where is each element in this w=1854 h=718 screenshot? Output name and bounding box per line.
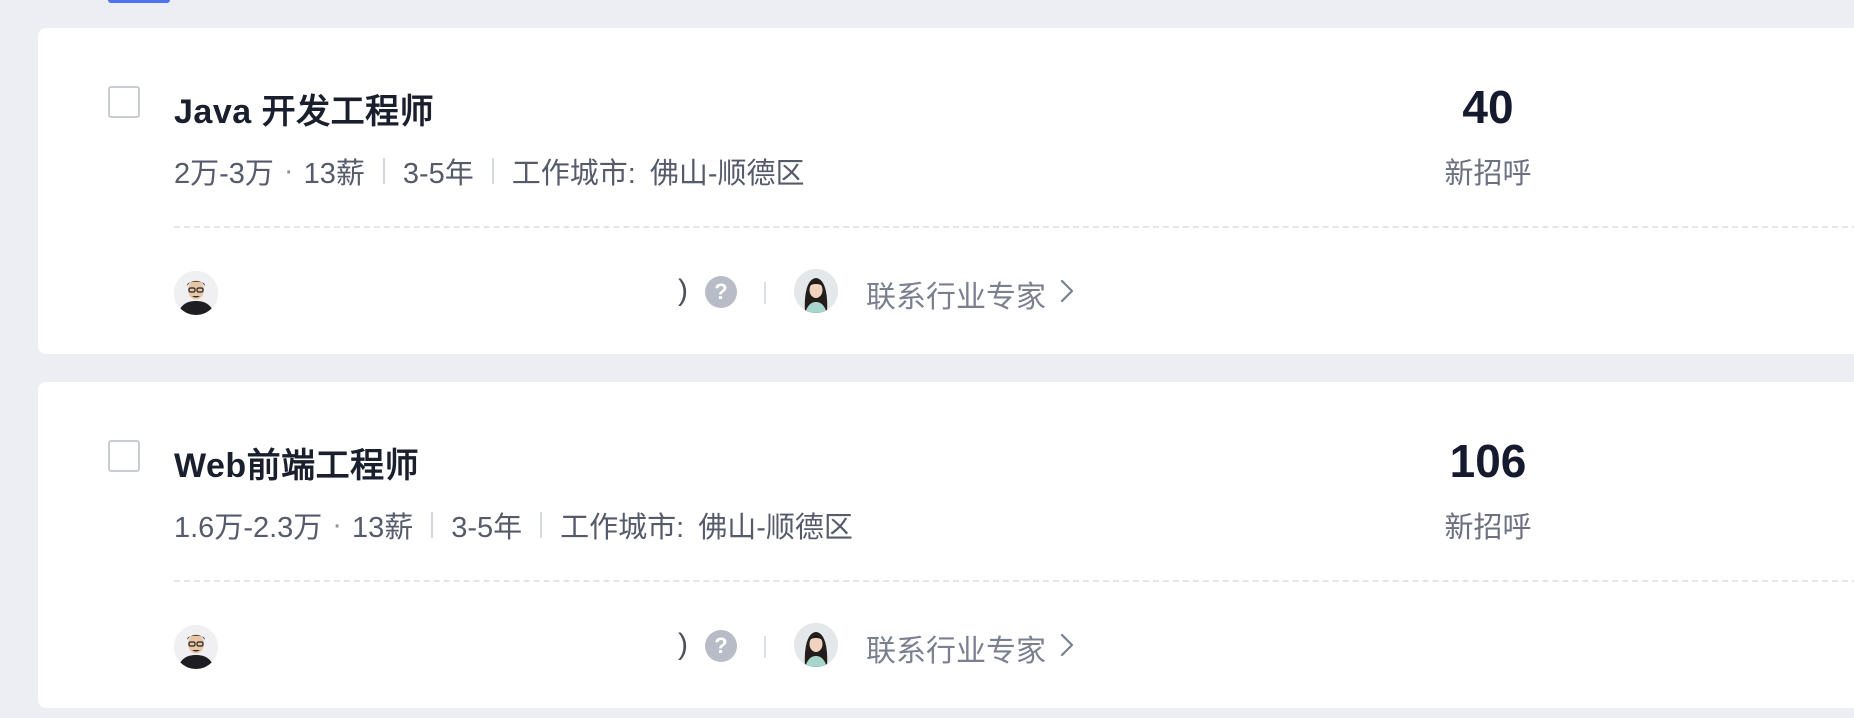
- contact-expert-link[interactable]: 联系行业专家: [866, 272, 1074, 316]
- contact-expert-label: 联系行业专家: [866, 281, 1046, 314]
- expert-avatar[interactable]: [794, 623, 838, 667]
- greeting-label: 新招呼: [1444, 512, 1532, 544]
- chevron-right-icon: [1060, 277, 1074, 311]
- chevron-right-icon: [1060, 631, 1074, 665]
- job-salary: 1.6万-2.3万: [174, 512, 323, 544]
- greeting-label: 新招呼: [1444, 158, 1532, 190]
- recruiter-avatar[interactable]: [174, 271, 218, 315]
- job-city: 佛山-顺德区: [698, 512, 853, 544]
- meta-separator: [491, 158, 494, 184]
- job-bonus: 13薪: [303, 158, 365, 190]
- meta-separator: [382, 158, 385, 184]
- job-meta: 1.6万-2.3万 · 13薪 3-5年 工作城市: 佛山-顺德区: [174, 504, 853, 546]
- job-title[interactable]: Web前端工程师: [174, 438, 419, 487]
- paren-text: ): [678, 274, 688, 307]
- recruiter-avatar[interactable]: [174, 625, 218, 669]
- job-card: Java 开发工程师 2万-3万 · 13薪 3-5年 工作城市: 佛山-顺德区…: [38, 28, 1854, 354]
- active-tab-indicator: [108, 0, 170, 3]
- vertical-separator: [764, 636, 766, 658]
- dashed-divider: [174, 226, 1854, 228]
- paren-text: ): [678, 628, 688, 661]
- job-city: 佛山-顺德区: [649, 158, 805, 190]
- job-select-checkbox[interactable]: [108, 86, 140, 118]
- dashed-divider: [174, 580, 1854, 582]
- job-title[interactable]: Java 开发工程师: [174, 84, 434, 133]
- job-select-checkbox[interactable]: [108, 440, 140, 472]
- greeting-count: 106: [1449, 435, 1527, 487]
- question-circle-icon[interactable]: ?: [705, 276, 737, 308]
- job-city-label: 工作城市:: [560, 512, 685, 544]
- contact-expert-link[interactable]: 联系行业专家: [866, 626, 1074, 670]
- top-strip: [0, 0, 1854, 6]
- meta-dot: ·: [283, 154, 294, 187]
- vertical-separator: [764, 282, 766, 304]
- job-city-label: 工作城市:: [511, 158, 636, 190]
- job-meta: 2万-3万 · 13薪 3-5年 工作城市: 佛山-顺德区: [174, 150, 805, 192]
- job-salary: 2万-3万: [174, 158, 274, 190]
- question-circle-icon[interactable]: ?: [705, 630, 737, 662]
- meta-separator: [540, 512, 543, 538]
- contact-expert-label: 联系行业专家: [866, 635, 1046, 668]
- meta-dot: ·: [332, 508, 342, 541]
- job-experience: 3-5年: [402, 158, 474, 190]
- greeting-count: 40: [1462, 81, 1514, 133]
- job-bonus: 13薪: [351, 512, 414, 544]
- expert-avatar[interactable]: [794, 269, 838, 313]
- meta-separator: [431, 512, 434, 538]
- job-card: Web前端工程师 1.6万-2.3万 · 13薪 3-5年 工作城市: 佛山-顺…: [38, 382, 1854, 708]
- job-experience: 3-5年: [451, 512, 523, 544]
